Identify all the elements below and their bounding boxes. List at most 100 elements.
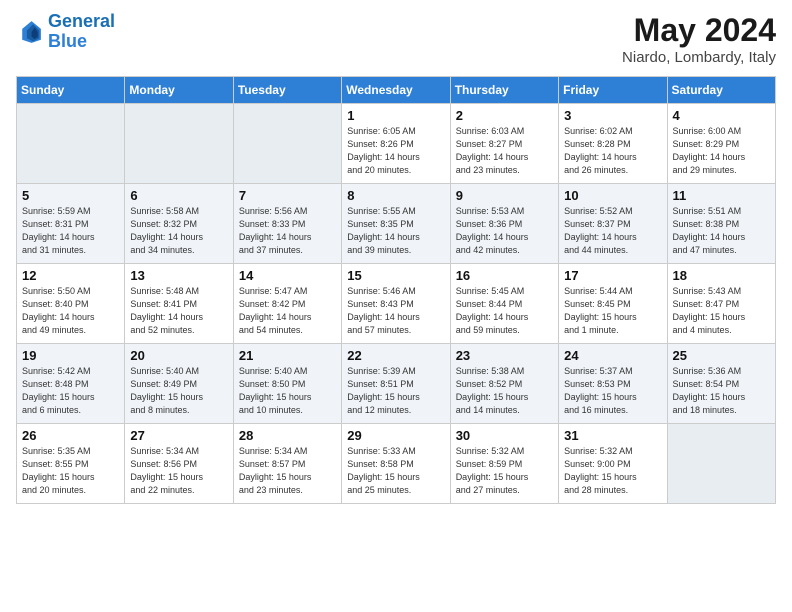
day-number: 4 (673, 108, 770, 123)
day-number: 9 (456, 188, 553, 203)
day-info: Sunrise: 5:34 AM Sunset: 8:56 PM Dayligh… (130, 445, 227, 497)
col-header-tuesday: Tuesday (233, 77, 341, 104)
day-number: 30 (456, 428, 553, 443)
day-number: 27 (130, 428, 227, 443)
week-row-1: 1 Sunrise: 6:05 AM Sunset: 8:26 PM Daylig… (17, 104, 776, 184)
day-cell: 24 Sunrise: 5:37 AM Sunset: 8:53 PM Dayli… (559, 344, 667, 424)
col-header-sunday: Sunday (17, 77, 125, 104)
logo-text: General Blue (48, 12, 115, 52)
day-info: Sunrise: 5:36 AM Sunset: 8:54 PM Dayligh… (673, 365, 770, 417)
day-info: Sunrise: 5:46 AM Sunset: 8:43 PM Dayligh… (347, 285, 444, 337)
col-header-saturday: Saturday (667, 77, 775, 104)
day-number: 17 (564, 268, 661, 283)
day-number: 22 (347, 348, 444, 363)
page: General Blue May 2024 Niardo, Lombardy, … (0, 0, 792, 612)
day-number: 20 (130, 348, 227, 363)
day-number: 16 (456, 268, 553, 283)
title-block: May 2024 Niardo, Lombardy, Italy (622, 12, 776, 66)
logo-icon (16, 18, 44, 46)
day-info: Sunrise: 6:05 AM Sunset: 8:26 PM Dayligh… (347, 125, 444, 177)
day-number: 2 (456, 108, 553, 123)
day-cell: 12Sunrise: 5:50 AM Sunset: 8:40 PM Dayli… (17, 264, 125, 344)
day-number: 14 (239, 268, 336, 283)
month-title: May 2024 (622, 12, 776, 49)
day-cell: 25 Sunrise: 5:36 AM Sunset: 8:54 PM Dayli… (667, 344, 775, 424)
day-info: Sunrise: 5:56 AM Sunset: 8:33 PM Dayligh… (239, 205, 336, 257)
day-number: 13 (130, 268, 227, 283)
day-number: 29 (347, 428, 444, 443)
header: General Blue May 2024 Niardo, Lombardy, … (16, 12, 776, 66)
day-cell: 1 Sunrise: 6:05 AM Sunset: 8:26 PM Daylig… (342, 104, 450, 184)
day-cell (233, 104, 341, 184)
day-info: Sunrise: 5:40 AM Sunset: 8:50 PM Dayligh… (239, 365, 336, 417)
day-number: 6 (130, 188, 227, 203)
day-info: Sunrise: 6:00 AM Sunset: 8:29 PM Dayligh… (673, 125, 770, 177)
logo: General Blue (16, 12, 115, 52)
day-cell: 6 Sunrise: 5:58 AM Sunset: 8:32 PM Daylig… (125, 184, 233, 264)
day-cell: 22 Sunrise: 5:39 AM Sunset: 8:51 PM Dayli… (342, 344, 450, 424)
day-cell: 31Sunrise: 5:32 AM Sunset: 9:00 PM Dayli… (559, 424, 667, 504)
day-cell: 3Sunrise: 6:02 AM Sunset: 8:28 PM Daylig… (559, 104, 667, 184)
day-cell: 8Sunrise: 5:55 AM Sunset: 8:35 PM Daylig… (342, 184, 450, 264)
day-info: Sunrise: 5:59 AM Sunset: 8:31 PM Dayligh… (22, 205, 119, 257)
day-info: Sunrise: 5:35 AM Sunset: 8:55 PM Dayligh… (22, 445, 119, 497)
day-cell: 2 Sunrise: 6:03 AM Sunset: 8:27 PM Daylig… (450, 104, 558, 184)
day-number: 25 (673, 348, 770, 363)
week-row-4: 19 Sunrise: 5:42 AM Sunset: 8:48 PM Dayli… (17, 344, 776, 424)
day-info: Sunrise: 5:58 AM Sunset: 8:32 PM Dayligh… (130, 205, 227, 257)
day-cell: 9 Sunrise: 5:53 AM Sunset: 8:36 PM Daylig… (450, 184, 558, 264)
logo-line1: General (48, 11, 115, 31)
day-cell: 5 Sunrise: 5:59 AM Sunset: 8:31 PM Daylig… (17, 184, 125, 264)
day-number: 1 (347, 108, 444, 123)
day-number: 15 (347, 268, 444, 283)
location-subtitle: Niardo, Lombardy, Italy (622, 49, 776, 66)
week-row-2: 5 Sunrise: 5:59 AM Sunset: 8:31 PM Daylig… (17, 184, 776, 264)
day-cell: 26 Sunrise: 5:35 AM Sunset: 8:55 PM Dayli… (17, 424, 125, 504)
week-row-3: 12Sunrise: 5:50 AM Sunset: 8:40 PM Dayli… (17, 264, 776, 344)
day-number: 7 (239, 188, 336, 203)
day-cell: 28 Sunrise: 5:34 AM Sunset: 8:57 PM Dayli… (233, 424, 341, 504)
day-number: 28 (239, 428, 336, 443)
day-number: 19 (22, 348, 119, 363)
day-cell (125, 104, 233, 184)
day-cell: 10Sunrise: 5:52 AM Sunset: 8:37 PM Dayli… (559, 184, 667, 264)
day-number: 11 (673, 188, 770, 203)
day-info: Sunrise: 5:38 AM Sunset: 8:52 PM Dayligh… (456, 365, 553, 417)
day-number: 26 (22, 428, 119, 443)
day-cell: 11 Sunrise: 5:51 AM Sunset: 8:38 PM Dayli… (667, 184, 775, 264)
day-number: 3 (564, 108, 661, 123)
day-info: Sunrise: 5:40 AM Sunset: 8:49 PM Dayligh… (130, 365, 227, 417)
day-info: Sunrise: 5:45 AM Sunset: 8:44 PM Dayligh… (456, 285, 553, 337)
day-info: Sunrise: 5:42 AM Sunset: 8:48 PM Dayligh… (22, 365, 119, 417)
day-info: Sunrise: 5:51 AM Sunset: 8:38 PM Dayligh… (673, 205, 770, 257)
calendar-table: SundayMondayTuesdayWednesdayThursdayFrid… (16, 76, 776, 504)
col-header-wednesday: Wednesday (342, 77, 450, 104)
day-cell: 14 Sunrise: 5:47 AM Sunset: 8:42 PM Dayli… (233, 264, 341, 344)
day-info: Sunrise: 5:32 AM Sunset: 8:59 PM Dayligh… (456, 445, 553, 497)
day-info: Sunrise: 5:39 AM Sunset: 8:51 PM Dayligh… (347, 365, 444, 417)
col-header-thursday: Thursday (450, 77, 558, 104)
day-number: 24 (564, 348, 661, 363)
day-number: 5 (22, 188, 119, 203)
day-info: Sunrise: 5:47 AM Sunset: 8:42 PM Dayligh… (239, 285, 336, 337)
day-cell: 15 Sunrise: 5:46 AM Sunset: 8:43 PM Dayli… (342, 264, 450, 344)
day-number: 31 (564, 428, 661, 443)
day-info: Sunrise: 6:03 AM Sunset: 8:27 PM Dayligh… (456, 125, 553, 177)
day-cell: 30 Sunrise: 5:32 AM Sunset: 8:59 PM Dayli… (450, 424, 558, 504)
day-info: Sunrise: 5:53 AM Sunset: 8:36 PM Dayligh… (456, 205, 553, 257)
day-info: Sunrise: 5:37 AM Sunset: 8:53 PM Dayligh… (564, 365, 661, 417)
day-info: Sunrise: 5:48 AM Sunset: 8:41 PM Dayligh… (130, 285, 227, 337)
day-info: Sunrise: 5:34 AM Sunset: 8:57 PM Dayligh… (239, 445, 336, 497)
day-cell: 23 Sunrise: 5:38 AM Sunset: 8:52 PM Dayli… (450, 344, 558, 424)
day-cell: 20 Sunrise: 5:40 AM Sunset: 8:49 PM Dayli… (125, 344, 233, 424)
logo-line2: Blue (48, 31, 87, 51)
day-info: Sunrise: 5:44 AM Sunset: 8:45 PM Dayligh… (564, 285, 661, 337)
day-cell (17, 104, 125, 184)
day-info: Sunrise: 5:50 AM Sunset: 8:40 PM Dayligh… (22, 285, 119, 337)
day-number: 23 (456, 348, 553, 363)
day-cell: 17 Sunrise: 5:44 AM Sunset: 8:45 PM Dayli… (559, 264, 667, 344)
day-cell: 19 Sunrise: 5:42 AM Sunset: 8:48 PM Dayli… (17, 344, 125, 424)
day-cell: 7 Sunrise: 5:56 AM Sunset: 8:33 PM Daylig… (233, 184, 341, 264)
week-row-5: 26 Sunrise: 5:35 AM Sunset: 8:55 PM Dayli… (17, 424, 776, 504)
col-header-monday: Monday (125, 77, 233, 104)
